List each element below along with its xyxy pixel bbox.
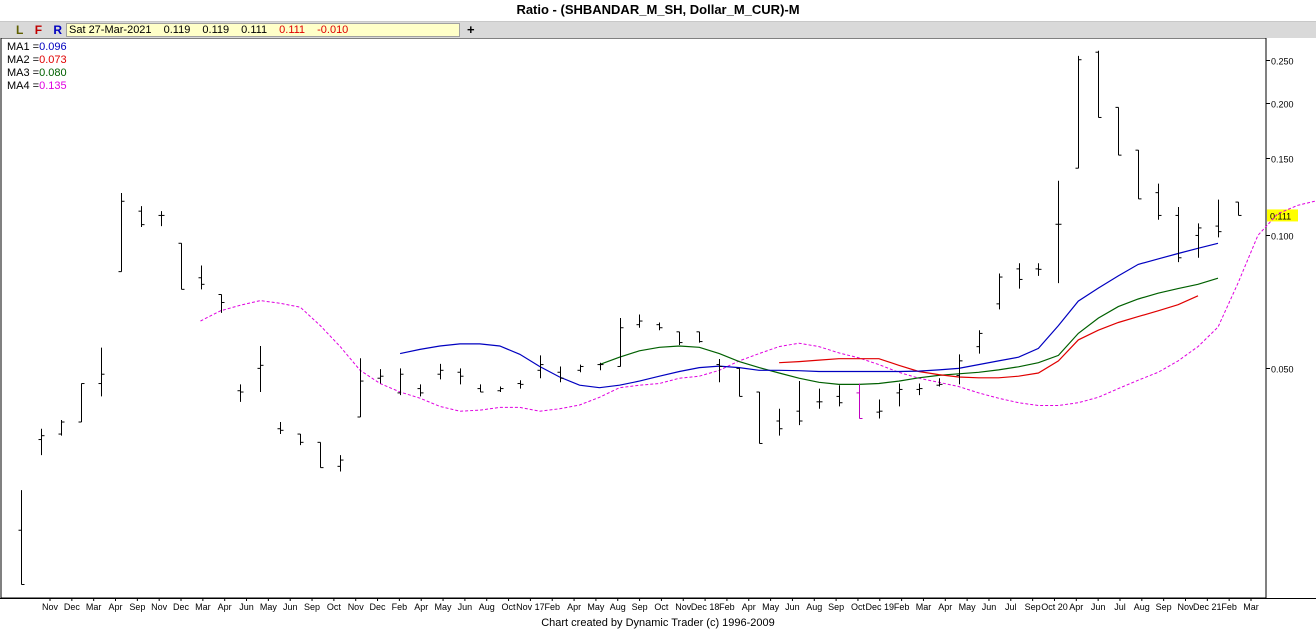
x-tick-label: May	[587, 602, 605, 612]
x-tick-label: Apr	[109, 602, 123, 612]
x-tick-label: Feb	[894, 602, 910, 612]
x-tick-label: Jun	[283, 602, 298, 612]
x-tick-label: Aug	[479, 602, 495, 612]
x-tick-label: Dec	[173, 602, 190, 612]
x-tick-label: Feb	[544, 602, 560, 612]
x-tick-label: Feb	[719, 602, 735, 612]
y-tick-label: 0.150	[1271, 155, 1294, 165]
x-tick-label: Nov	[348, 602, 365, 612]
x-tick-label: Apr	[567, 602, 581, 612]
x-tick-label: Aug	[806, 602, 822, 612]
x-tick-label: Oct	[851, 602, 866, 612]
x-tick-label: Sep	[1156, 602, 1172, 612]
ma2-line	[779, 295, 1199, 379]
chart-title: Ratio - (SHBANDAR_M_SH, Dollar_M_CUR)-M	[0, 0, 1316, 22]
x-tick-label: Apr	[742, 602, 756, 612]
x-tick-label: Dec	[64, 602, 81, 612]
plot-frame	[0, 38, 1267, 599]
x-tick-label: Nov	[42, 602, 59, 612]
x-tick-label: Mar	[916, 602, 932, 612]
x-tick-label: May	[435, 602, 453, 612]
x-tick-label: Mar	[195, 602, 211, 612]
x-tick-label: Mar	[86, 602, 102, 612]
crosshair-icon[interactable]: +	[467, 22, 475, 38]
footer-credit: Chart created by Dynamic Trader (c) 1996…	[541, 617, 775, 629]
price-chart[interactable]: 0.2500.2000.1500.1000.0500.111Nov Dec Mar A…	[0, 38, 1316, 615]
x-tick-label: Aug	[1134, 602, 1150, 612]
x-tick-label: Dec 21	[1193, 602, 1222, 612]
y-tick-label: 0.100	[1271, 232, 1294, 242]
data-toolbar: L F R Sat 27-Mar-2021 0.119 0.119 0.111 …	[0, 22, 1316, 38]
x-tick-label: Jul	[1005, 602, 1017, 612]
x-tick-label: May	[762, 602, 780, 612]
change-value: -0.010	[317, 24, 349, 36]
x-tick-label: Oct	[654, 602, 669, 612]
high-value: 0.119	[202, 24, 230, 36]
x-tick-label: Apr	[938, 602, 952, 612]
x-tick-label: Nov	[675, 602, 692, 612]
x-tick-label: Dec 18	[691, 602, 720, 612]
x-tick-label: Nov	[151, 602, 168, 612]
open-value: 0.119	[163, 24, 191, 36]
ma4-legend: MA4 =0.135	[7, 80, 67, 92]
low-value: 0.111	[241, 24, 268, 36]
x-tick-label: Feb	[392, 602, 408, 612]
f-button[interactable]: F	[35, 23, 42, 37]
x-tick-label: Oct	[502, 602, 517, 612]
ma3-legend: MA3 =0.080	[7, 67, 67, 79]
y-tick-label: 0.050	[1271, 365, 1294, 375]
l-button[interactable]: L	[16, 23, 23, 37]
y-tick-label: 0.200	[1271, 100, 1294, 110]
lfr-buttons: L F R	[16, 22, 70, 38]
x-tick-label: May	[260, 602, 278, 612]
x-tick-label: Jun	[982, 602, 997, 612]
x-tick-label: Aug	[610, 602, 626, 612]
r-button[interactable]: R	[53, 23, 62, 37]
close-value: 0.111	[279, 24, 306, 36]
ma1-line	[399, 242, 1219, 389]
x-tick-label: Jun	[1091, 602, 1106, 612]
ma4-line	[200, 200, 1316, 412]
x-tick-label: Sep	[304, 602, 320, 612]
y-tick-label: 0.250	[1271, 57, 1294, 67]
ma-legend: MA1 =0.096 MA2 =0.073 MA3 =0.080 MA4 =0.…	[7, 41, 67, 93]
x-tick-label: Oct 20	[1041, 602, 1068, 612]
x-tick-label: Dec	[370, 602, 387, 612]
ohlc-readout: Sat 27-Mar-2021 0.119 0.119 0.111 0.111 …	[66, 23, 460, 37]
x-tick-label: Sep	[129, 602, 145, 612]
x-tick-label: Mar	[1243, 602, 1259, 612]
x-tick-label: May	[959, 602, 977, 612]
x-tick-label: Apr	[414, 602, 428, 612]
ma1-legend: MA1 =0.096	[7, 41, 67, 53]
x-tick-label: Nov 17	[516, 602, 545, 612]
x-tick-label: Jun	[458, 602, 473, 612]
x-tick-label: Feb	[1221, 602, 1237, 612]
x-tick-label: Apr	[218, 602, 232, 612]
x-tick-label: Nov	[1177, 602, 1194, 612]
x-tick-label: Apr	[1069, 602, 1083, 612]
ma2-legend: MA2 =0.073	[7, 54, 67, 66]
x-tick-label: Dec 19	[866, 602, 895, 612]
x-tick-label: Sep	[1025, 602, 1041, 612]
x-tick-label: Sep	[632, 602, 648, 612]
x-tick-label: Jun	[239, 602, 254, 612]
date-value: Sat 27-Mar-2021	[69, 24, 152, 36]
x-tick-label: Jul	[1114, 602, 1126, 612]
x-tick-label: Oct	[327, 602, 342, 612]
x-tick-label: Sep	[828, 602, 844, 612]
x-tick-label: Jun	[785, 602, 800, 612]
